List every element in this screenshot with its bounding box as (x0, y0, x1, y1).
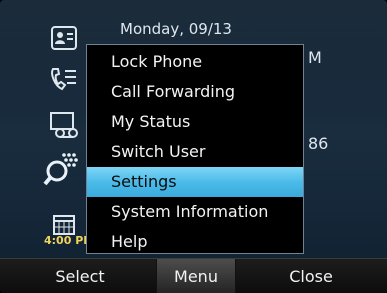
options-menu: Lock Phone Call Forwarding My Status Swi… (86, 44, 304, 254)
menu-item-switch-user[interactable]: Switch User (87, 137, 303, 167)
phone-screen: Monday, 09/13 M 86 4:00 PI Lock Phone Ca… (0, 0, 387, 293)
clock-label: 4:00 PI (44, 234, 88, 247)
menu-item-help[interactable]: Help (87, 227, 303, 257)
menu-item-system-information[interactable]: System Information (87, 197, 303, 227)
close-softkey[interactable]: Close (236, 259, 386, 293)
contacts-icon[interactable] (46, 22, 82, 56)
directory-search-icon[interactable] (42, 150, 82, 188)
softkey-bar: Select Menu Close (0, 258, 387, 293)
number-fragment: 86 (308, 134, 329, 153)
menu-softkey[interactable]: Menu (156, 259, 236, 293)
select-softkey[interactable]: Select (0, 259, 160, 293)
voicemail-icon[interactable] (46, 108, 82, 142)
menu-item-lock-phone[interactable]: Lock Phone (87, 47, 303, 77)
menu-item-call-forwarding[interactable]: Call Forwarding (87, 77, 303, 107)
menu-item-settings[interactable]: Settings (87, 167, 303, 197)
call-history-icon[interactable] (46, 62, 82, 96)
time-fragment: M (308, 48, 322, 67)
menu-item-my-status[interactable]: My Status (87, 107, 303, 137)
date-label: Monday, 09/13 (120, 20, 232, 38)
